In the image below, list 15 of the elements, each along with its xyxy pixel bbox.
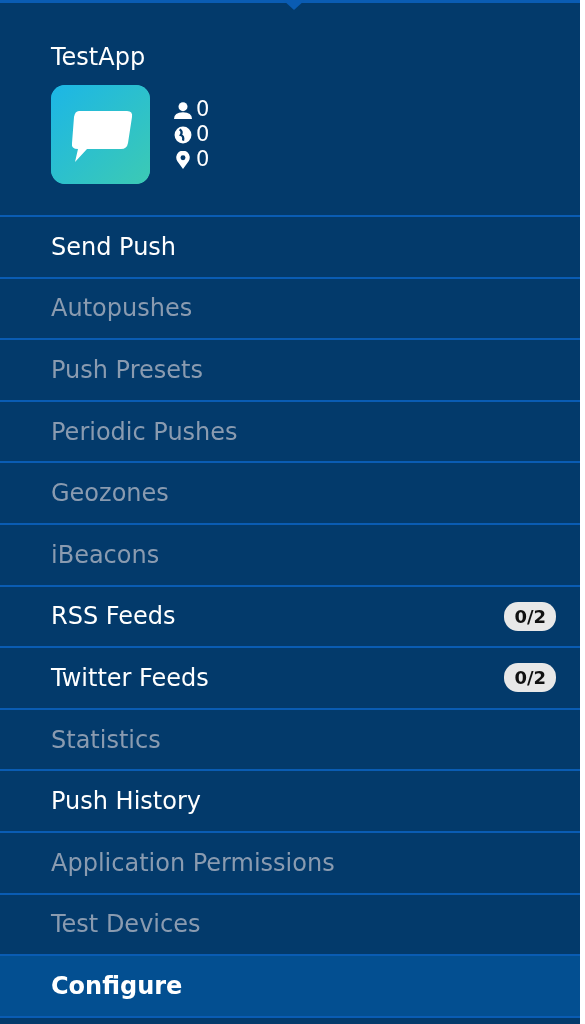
menu-item[interactable]: Send Push [0, 217, 580, 279]
count-badge: 0/2 [504, 601, 556, 631]
count-badge: 0/2 [504, 663, 556, 693]
stat-count: 0 [196, 149, 210, 170]
menu-item[interactable]: Configure [0, 956, 580, 1018]
app-name: TestApp [51, 45, 147, 69]
user-icon [174, 100, 192, 119]
menu-item[interactable]: Push History [0, 771, 580, 833]
globe-icon [174, 125, 192, 144]
app-icon [51, 85, 150, 184]
menu-item[interactable]: Twitter Feeds 0/2 [0, 648, 580, 710]
stat-count: 0 [196, 124, 210, 145]
menu-item[interactable]: RSS Feeds 0/2 [0, 586, 580, 649]
pin-icon [174, 150, 192, 169]
stat-count: 0 [196, 99, 210, 120]
